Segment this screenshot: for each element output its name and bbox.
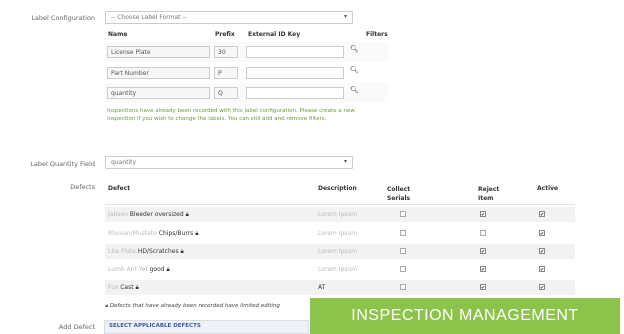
reject-item-checkbox[interactable]	[480, 211, 486, 217]
reject-item-checkbox[interactable]	[480, 266, 486, 272]
reject-item-checkbox[interactable]	[480, 284, 486, 290]
chevron-down-icon: ▾	[343, 13, 347, 20]
external-id-field[interactable]	[246, 67, 344, 79]
reject-item-checkbox[interactable]	[480, 230, 486, 236]
defect-name: Lite Plate HD/Scratches 🔒︎	[108, 248, 184, 255]
inspection-management-banner: INSPECTION MANAGEMENT	[310, 298, 620, 334]
lock-icon: 🔒︎	[185, 211, 189, 218]
col-collect-serials-header: Collect Serials	[387, 186, 411, 202]
active-checkbox[interactable]	[539, 248, 545, 254]
col-name-header: Name	[108, 31, 128, 38]
active-checkbox[interactable]	[539, 284, 545, 290]
table-row	[105, 280, 575, 295]
active-checkbox[interactable]	[539, 266, 545, 272]
quantity-field-select[interactable]: quantity ▾	[105, 156, 353, 169]
collect-serials-checkbox[interactable]	[400, 284, 406, 290]
label-prefix-field[interactable]: P	[214, 67, 238, 79]
collect-serials-checkbox[interactable]	[400, 266, 406, 272]
collect-serials-checkbox[interactable]	[400, 230, 406, 236]
label-prefix-field[interactable]: Q	[214, 87, 238, 99]
col-description-header: Description	[318, 185, 357, 192]
reject-item-checkbox[interactable]	[480, 248, 486, 254]
search-icon[interactable]: 🔍︎	[350, 45, 359, 53]
lock-icon: 🔒︎	[195, 230, 199, 237]
active-checkbox[interactable]	[539, 211, 545, 217]
lock-icon: 🔒︎	[180, 248, 184, 255]
label-format-select[interactable]: -- Choose Label Format -- ▾	[105, 11, 353, 24]
defect-name: Rhovan/Mustato Chips/Burrs 🔒︎	[108, 230, 199, 237]
col-defect-header: Defect	[108, 185, 131, 192]
defect-description: Lorem Ipsum	[318, 230, 358, 237]
collect-serials-checkbox[interactable]	[400, 211, 406, 217]
quantity-field-value: quantity	[111, 159, 137, 166]
table-divider	[105, 204, 575, 205]
lock-icon: 🔒︎	[135, 284, 139, 291]
label-name-field[interactable]: Part Number	[107, 67, 210, 79]
defect-name: Jabsen Bleeder oversized 🔒︎	[108, 211, 189, 218]
select-applicable-defects-button[interactable]: SELECT APPLICABLE DEFECTS	[104, 320, 309, 334]
label-configuration-label: Label Configuration	[31, 14, 95, 22]
defect-description: AT	[318, 284, 326, 291]
external-id-field[interactable]	[246, 87, 344, 99]
label-name-field[interactable]: quantity	[107, 87, 210, 99]
label-name-field[interactable]: License Plate	[107, 46, 210, 58]
defect-description: Lorem Ipsum	[318, 248, 358, 255]
add-defect-label: Add Defect	[58, 323, 95, 331]
lock-icon: 🔒︎	[105, 303, 108, 309]
col-filters-header: Filters	[366, 31, 388, 38]
search-icon[interactable]: 🔍︎	[350, 86, 359, 94]
lock-icon: 🔒︎	[166, 266, 170, 273]
active-checkbox[interactable]	[539, 230, 545, 236]
defect-name: Fox Cast 🔒︎	[108, 284, 139, 291]
label-config-note: Inspections have already been recorded w…	[107, 108, 355, 122]
collect-serials-checkbox[interactable]	[400, 248, 406, 254]
defect-description: Lorem Ipsum	[318, 266, 358, 273]
defect-description: Lorem Ipsum	[318, 211, 358, 218]
defects-note: 🔒︎ Defects that have already been record…	[105, 303, 280, 309]
col-external-id-header: External ID Key	[248, 31, 301, 38]
col-reject-item-header: Reject Item	[478, 186, 500, 202]
quantity-field-label: Label Quantity Field	[30, 160, 95, 168]
search-icon[interactable]: 🔍︎	[350, 66, 359, 74]
col-active-header: Active	[537, 185, 559, 192]
chevron-down-icon: ▾	[343, 158, 347, 165]
defects-label: Defects	[70, 183, 95, 191]
col-prefix-header: Prefix	[215, 31, 235, 38]
defect-name: Lumb Ant Yet good 🔒︎	[108, 266, 170, 273]
external-id-field[interactable]	[246, 46, 344, 58]
label-format-value: -- Choose Label Format --	[111, 14, 187, 21]
label-prefix-field[interactable]: 30	[214, 46, 238, 58]
